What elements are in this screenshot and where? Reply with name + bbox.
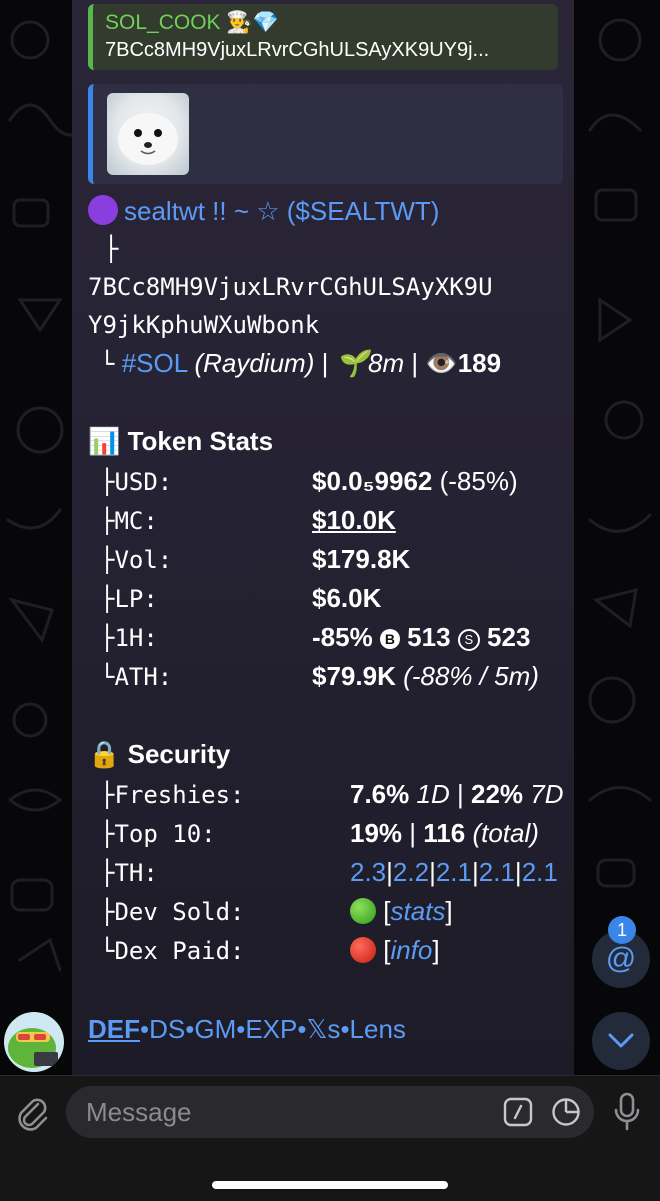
holder-link[interactable]: 2.2 [393,857,429,887]
security-freshies: ├Freshies: 7.6% 1D | 22% 7D [100,775,564,814]
security-heading: 🔒 Security [88,739,231,769]
stat-label: ├MC: [100,507,158,535]
stat-mc: ├MC: $10.0K [100,501,396,540]
holder-count: 116 [423,818,466,848]
mention-count-badge: 1 [608,916,636,944]
stat-value: $6.0K [312,583,382,613]
home-indicator [212,1181,448,1189]
contract-address-line2[interactable]: Y9jkKphuWXuWbonk [88,306,319,344]
period: 1D [416,779,450,809]
stat-label: ├USD: [100,468,173,496]
bracket: ] [432,935,440,965]
sender-avatar[interactable] [4,1012,64,1072]
stat-label: ├Vol: [100,546,173,574]
token-title: sealtwt !! ~ ☆ ($SEALTWT) [88,192,439,230]
bot-command-icon[interactable] [503,1097,533,1127]
separator: | [411,348,419,378]
buy-count: 513 [407,622,451,652]
token-stats-heading: 📊 Token Stats [88,426,274,456]
dot: • [185,1014,195,1044]
stat-label: ├LP: [100,585,158,613]
stat-value: $79.9K [312,661,396,691]
security-th: ├TH: 2.3|2.2|2.1|2.1|2.1 [100,853,558,892]
security-label: ├Top 10: [100,820,216,848]
sell-icon: S [457,629,480,651]
stat-ath: └ATH: $79.9K (-88% / 5m) [100,657,539,696]
security-dev-sold: ├Dev Sold: [stats] [100,892,453,931]
stat-vol: ├Vol: $179.8K [100,540,410,579]
chain-info: └ #SOL (Raydium) | 🌱8m | 👁️189 [100,344,501,383]
security-value: 22% [470,779,524,809]
green-circle-icon [350,898,376,924]
security-label: ├Freshies: [100,781,245,809]
dot: • [340,1014,350,1044]
attach-icon[interactable] [14,1094,50,1132]
buy-icon: B [379,629,400,649]
holder-link[interactable]: 2.1 [436,857,472,887]
security-value: 7.6% [350,779,410,809]
separator: | [456,779,464,809]
security-value: 19% [350,818,403,848]
contract-address-line1[interactable]: 7BCc8MH9VjuxLRvrCGhULSAyXK9U [88,268,493,306]
holder-link[interactable]: 2.1 [479,857,515,887]
stat-usd: ├USD: $0.0₅9962 (-85%) [100,462,518,501]
link-ds[interactable]: DS [149,1014,185,1044]
dot: • [140,1014,150,1044]
separator: | [321,348,329,378]
dex-name: (Raydium) [194,348,315,378]
quick-links: DEF•DS•GM•EXP•𝕏s•Lens [88,1010,406,1048]
reply-quote[interactable]: SOL_COOK 👨‍🍳💎 7BCc8MH9VjuxLRvrCGhULSAyXK… [88,4,558,70]
link-gm[interactable]: GM [194,1014,236,1044]
microphone-icon[interactable] [612,1092,642,1132]
link-def[interactable]: DEF [88,1014,140,1044]
stat-label: ├1H: [100,624,158,652]
period: 7D [530,779,564,809]
stat-change: (-85%) [439,466,518,496]
separator: | [409,818,417,848]
stat-detail: (-88% / 5m) [403,661,539,691]
chevron-down-icon [608,1033,634,1048]
security-label: └Dex Paid: [100,937,245,965]
dot: • [236,1014,246,1044]
stat-value: $0.0₅9962 [312,466,433,496]
red-circle-icon [350,937,376,963]
note: (total) [472,818,539,848]
stat-label: └ATH: [100,663,173,691]
scroll-down-button[interactable] [592,1012,650,1070]
reply-sender: SOL_COOK 👨‍🍳💎 [105,11,279,34]
sell-count: 523 [487,622,531,652]
security-label: ├Dev Sold: [100,898,245,926]
link-exp[interactable]: EXP [245,1014,297,1044]
token-ticker-link[interactable]: ($SEALTWT) [287,196,440,226]
stat-change: -85% [312,622,373,652]
link-lens[interactable]: Lens [350,1014,406,1044]
tree-branch: ├ [104,235,119,263]
purple-circle-icon [88,195,118,225]
stats-link[interactable]: stats [390,896,445,926]
chain-hashtag[interactable]: #SOL [122,348,188,378]
market-cap-link[interactable]: $10.0K [312,505,396,535]
stat-value: $179.8K [312,544,411,574]
holder-link[interactable]: 2.1 [522,857,558,887]
sticker-icon[interactable] [551,1097,581,1127]
stat-1h: ├1H: -85% B 513 S 523 [100,618,530,657]
link-xs[interactable]: 𝕏s [306,1014,340,1044]
bracket: ] [445,896,453,926]
view-count: 👁️189 [425,348,502,378]
security-dex-paid: └Dex Paid: [info] [100,931,440,970]
reply-text: 7BCc8MH9VjuxLRvrCGhULSAyXK9UY9j... [105,39,490,61]
info-link[interactable]: info [390,935,432,965]
security-top10: ├Top 10: 19% | 116 (total) [100,814,539,853]
tree-branch-end: └ [100,350,115,378]
at-icon: @ [605,942,637,975]
token-age: 🌱8m [335,348,405,378]
holder-link[interactable]: 2.3 [350,857,386,887]
link-preview[interactable] [88,84,563,184]
seal-thumbnail-image[interactable] [107,93,189,175]
security-label: ├TH: [100,859,158,887]
token-name-link[interactable]: sealtwt !! ~ ☆ [124,196,280,226]
stat-lp: ├LP: $6.0K [100,579,381,618]
